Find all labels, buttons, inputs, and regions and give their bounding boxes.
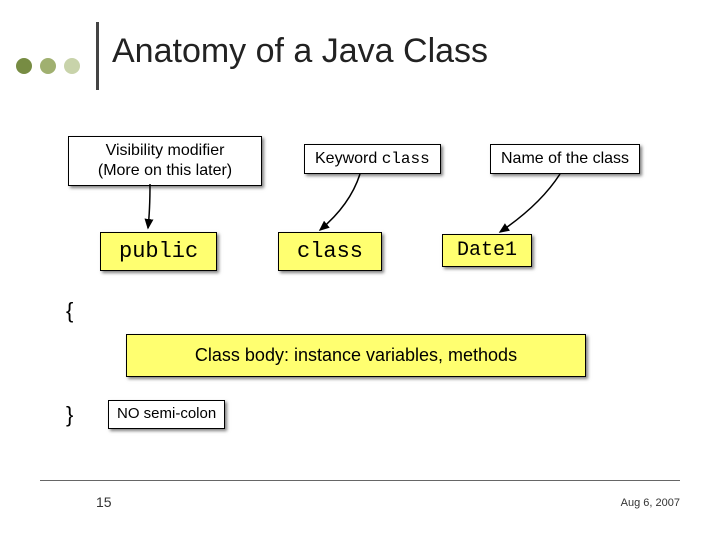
label-line: (More on this later) — [98, 162, 232, 179]
label-text: Name of the class — [501, 150, 629, 167]
code-class: class — [278, 232, 382, 271]
label-classname: Name of the class — [490, 144, 640, 174]
page-number: 15 — [96, 494, 112, 510]
title-divider — [96, 22, 99, 90]
dot-icon — [64, 58, 80, 74]
body-text: Class body: instance variables, methods — [195, 345, 517, 365]
label-keyword: Keyword class — [304, 144, 441, 174]
decorative-dots — [16, 58, 84, 79]
label-text: NO semi-colon — [117, 405, 216, 422]
label-code: class — [382, 150, 430, 168]
slide: Anatomy of a Java Class Visibility modif… — [0, 0, 720, 540]
brace-open: { — [66, 298, 73, 324]
body-box: Class body: instance variables, methods — [126, 334, 586, 377]
label-visibility: Visibility modifier (More on this later) — [68, 136, 262, 186]
code-date1: Date1 — [442, 234, 532, 267]
code-public: public — [100, 232, 217, 271]
label-text: Keyword — [315, 150, 382, 167]
brace-close: } — [66, 402, 73, 428]
label-line: Visibility modifier — [106, 142, 225, 159]
footer-divider — [40, 480, 680, 481]
label-no-semicolon: NO semi-colon — [108, 400, 225, 429]
dot-icon — [40, 58, 56, 74]
page-title: Anatomy of a Java Class — [112, 32, 488, 71]
footer-date: Aug 6, 2007 — [621, 497, 680, 509]
dot-icon — [16, 58, 32, 74]
